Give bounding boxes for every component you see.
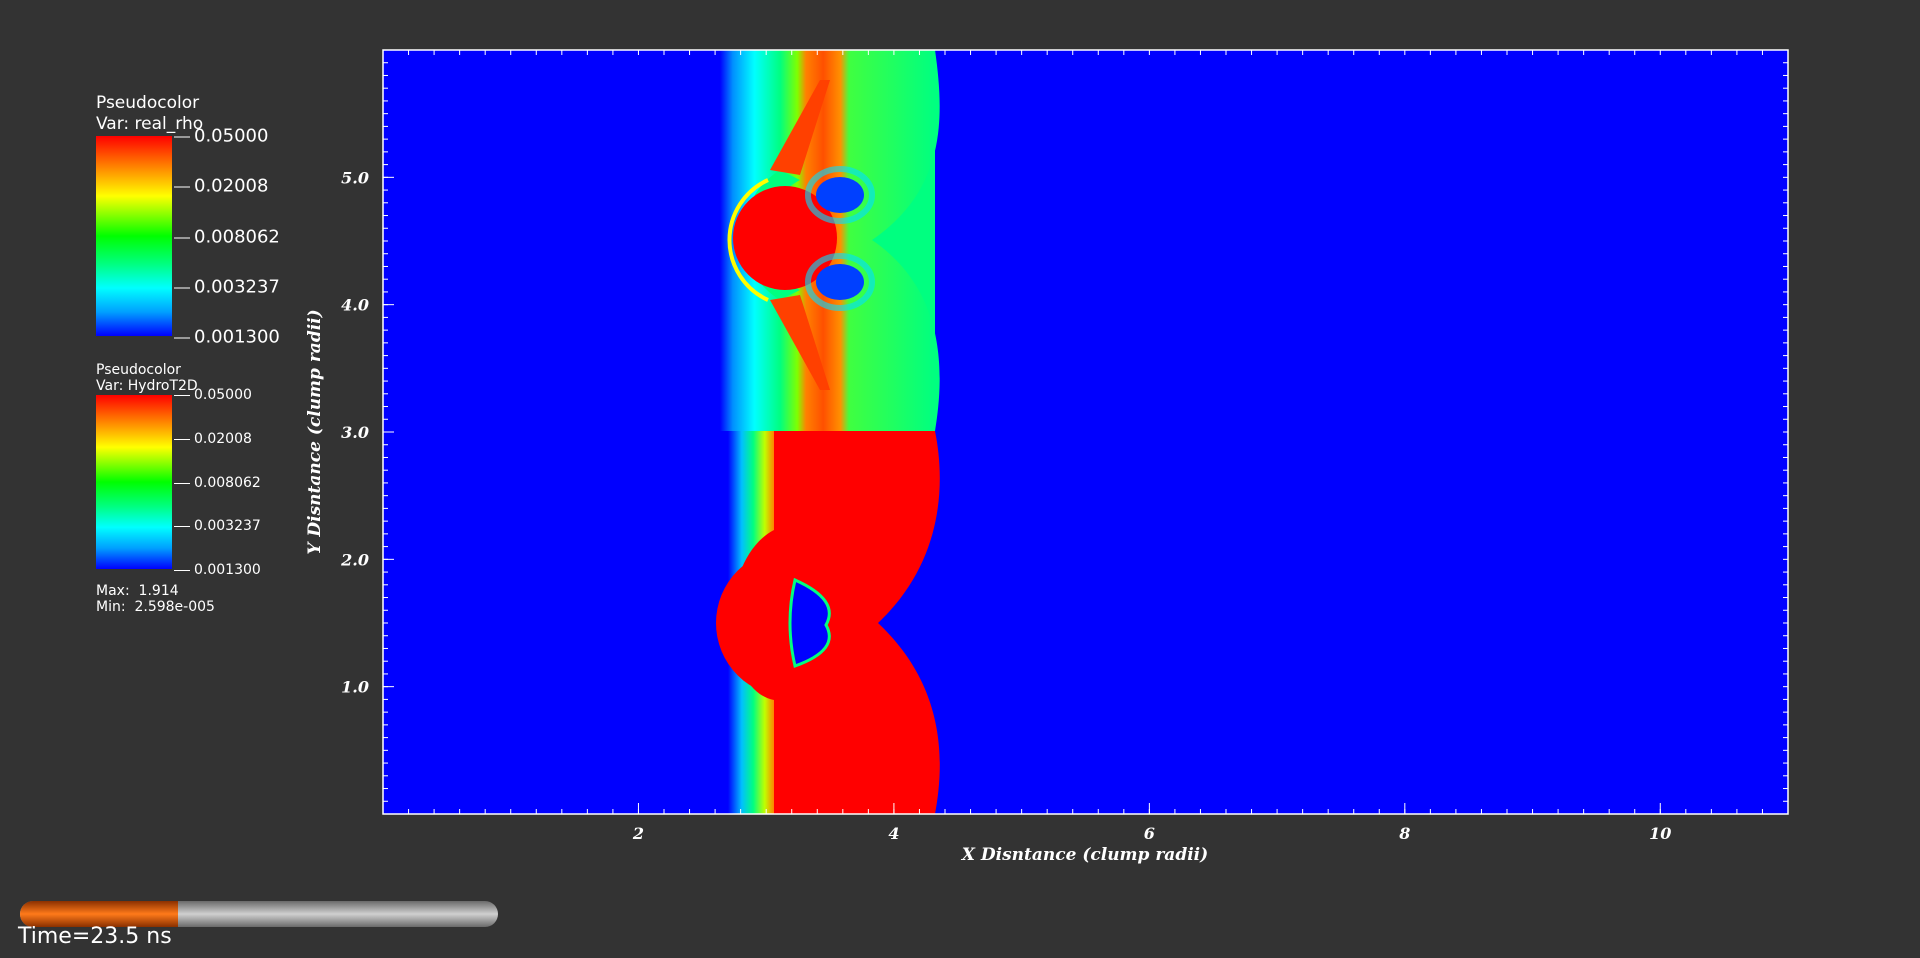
x-tick-label: 6	[1144, 824, 1155, 843]
y-tick-label: 3.0	[341, 423, 369, 442]
plot-background	[383, 50, 1788, 814]
x-tick-label: 8	[1398, 824, 1410, 843]
y-tick-label: 4.0	[341, 296, 369, 315]
y-axis-label: Y Disntance (clump radii)	[305, 309, 325, 554]
void-top-lower	[816, 264, 864, 300]
y-tick-label: 5.0	[341, 168, 369, 187]
time-label: Time=23.5 ns	[18, 924, 172, 949]
y-tick-label: 1.0	[341, 678, 369, 697]
x-tick-label: 10	[1649, 824, 1671, 843]
x-tick-label: 4	[888, 824, 899, 843]
x-tick-label: 2	[632, 824, 644, 843]
x-axis-label: X Disntance (clump radii)	[961, 845, 1208, 865]
y-tick-label: 2.0	[340, 550, 369, 569]
pseudocolor-plot[interactable]: 2 4 6 8 10 1.0 2.0 3.0 4.0 5.0 X Disntance (clum…	[0, 0, 1920, 958]
void-top-upper	[816, 177, 864, 213]
field-layer	[716, 50, 940, 814]
